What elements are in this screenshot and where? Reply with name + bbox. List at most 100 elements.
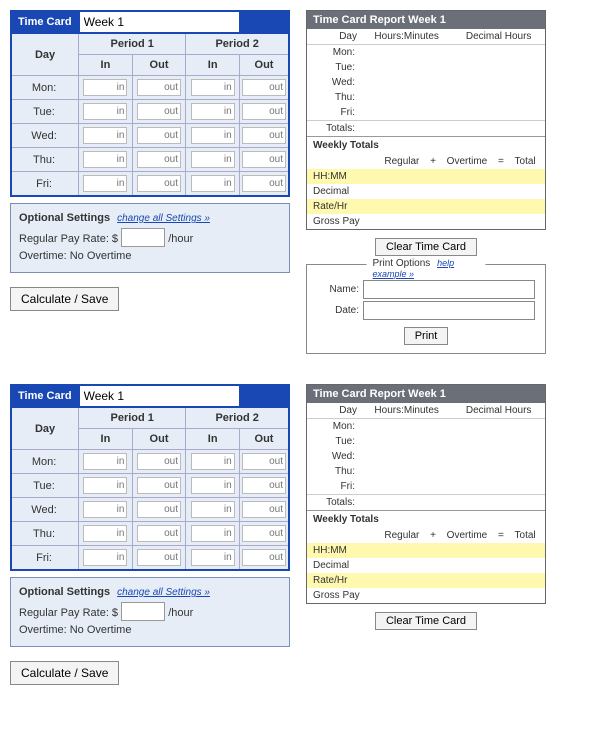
out-input[interactable] [137,103,181,120]
in-input[interactable] [83,453,127,470]
weekly-sub-headers: Regular + Overtime = Total [375,154,545,169]
time-card-row: Thu: [11,148,289,172]
out-input[interactable] [137,175,181,192]
in-input[interactable] [191,453,235,470]
change-settings-link-2[interactable]: change all Settings » [117,587,210,598]
in-input[interactable] [83,525,127,542]
print-button[interactable]: Print [404,327,449,345]
in-input[interactable] [191,103,235,120]
time-card-rows: Mon:Tue:Wed:Thu:Fri: [11,76,289,197]
out-input[interactable] [242,151,286,168]
in-input[interactable] [83,549,127,566]
time-card-row: Thu: [11,522,289,546]
day-label: Fri: [11,172,79,197]
time-card-row: Tue: [11,474,289,498]
calculate-save-button-2[interactable]: Calculate / Save [10,661,119,685]
time-card-title: Time Card [11,11,79,33]
report-box: Time Card Report Week 1 Day Hours:Minute… [306,10,546,230]
weekly-total-rows: HH:MMDecimalRate/HrGross Pay [307,169,545,229]
report-col-day: Day [307,29,361,45]
in-input[interactable] [83,175,127,192]
time-card-section: Time Card Day Period 1 Period 2 In Out I… [10,10,590,354]
time-card-row: Wed: [11,124,289,148]
in-input[interactable] [83,151,127,168]
report-totals-label: Totals: [307,121,361,137]
in-input[interactable] [191,151,235,168]
in-input[interactable] [83,501,127,518]
period1-header: Period 1 [79,33,186,55]
out-input[interactable] [137,151,181,168]
change-settings-link[interactable]: change all Settings » [117,213,210,224]
pay-rate-label-pre: Regular Pay Rate: $ [19,233,118,245]
in-input[interactable] [191,525,235,542]
day-label: Tue: [11,474,79,498]
week-input[interactable] [80,12,239,32]
day-header: Day [11,33,79,76]
pay-rate-input[interactable] [121,228,165,247]
in-input[interactable] [191,477,235,494]
out-input[interactable] [242,501,286,518]
out-input[interactable] [242,453,286,470]
out-input[interactable] [137,127,181,144]
out-input[interactable] [242,549,286,566]
in-input[interactable] [191,79,235,96]
clear-time-card-button[interactable]: Clear Time Card [375,238,477,256]
week-input-2[interactable] [80,386,239,406]
pay-rate-input-2[interactable] [121,602,165,621]
clear-time-card-button-2[interactable]: Clear Time Card [375,612,477,630]
in-input[interactable] [83,79,127,96]
out-header-1: Out [132,55,186,76]
time-card-panel-2: Time Card Day Period 1 Period 2 In Out I… [10,384,290,685]
report-day-label: Tue: [307,60,361,75]
report-day-label: Tue: [307,434,361,449]
weekly-row-label: Gross Pay [307,588,375,603]
report-day-label: Wed: [307,449,361,464]
report-day-rows: Mon:Tue:Wed:Thu:Fri: [307,45,545,121]
weekly-row-label: Rate/Hr [307,573,375,588]
day-label: Wed: [11,124,79,148]
report-day-label: Mon: [307,45,361,61]
out-input[interactable] [242,103,286,120]
out-input[interactable] [242,175,286,192]
print-name-label: Name: [315,279,361,300]
print-date-input[interactable] [363,301,535,320]
weekly-total-row: Rate/Hr [307,199,545,214]
in-input[interactable] [83,103,127,120]
out-input[interactable] [137,477,181,494]
out-input[interactable] [137,501,181,518]
weekly-row-label: Decimal [307,558,375,573]
weekly-total-row: Gross Pay [307,588,545,603]
out-input[interactable] [242,79,286,96]
report-day-label: Mon: [307,419,361,435]
out-input[interactable] [137,453,181,470]
report-col-dh: Decimal Hours [452,29,545,45]
optional-settings-box: Optional Settings change all Settings » … [10,203,290,273]
overtime-label: Overtime: No Overtime [19,250,131,262]
in-input[interactable] [191,127,235,144]
print-name-input[interactable] [363,280,535,299]
report-day-label: Thu: [307,90,361,105]
day-label: Fri: [11,546,79,571]
out-input[interactable] [242,477,286,494]
in-input[interactable] [191,175,235,192]
out-input[interactable] [137,525,181,542]
out-input[interactable] [242,525,286,542]
out-input[interactable] [137,549,181,566]
in-input[interactable] [191,501,235,518]
weekly-row-label: Gross Pay [307,214,375,229]
report-panel: Time Card Report Week 1 Day Hours:Minute… [306,10,546,354]
calculate-save-button[interactable]: Calculate / Save [10,287,119,311]
in-input[interactable] [83,477,127,494]
time-card-panel: Time Card Day Period 1 Period 2 In Out I… [10,10,290,354]
period2-header: Period 2 [186,33,289,55]
print-options-legend: Print Options [373,258,431,269]
weekly-total-row: Decimal [307,558,545,573]
out-input[interactable] [242,127,286,144]
weekly-row-label: HH:MM [307,169,375,184]
in-input[interactable] [83,127,127,144]
report-table: Day Hours:Minutes Decimal Hours Mon:Tue:… [307,29,545,136]
time-card-row: Mon: [11,450,289,474]
time-card-table-2: Time Card Day Period 1 Period 2 In Out I… [10,384,290,571]
out-input[interactable] [137,79,181,96]
in-input[interactable] [191,549,235,566]
